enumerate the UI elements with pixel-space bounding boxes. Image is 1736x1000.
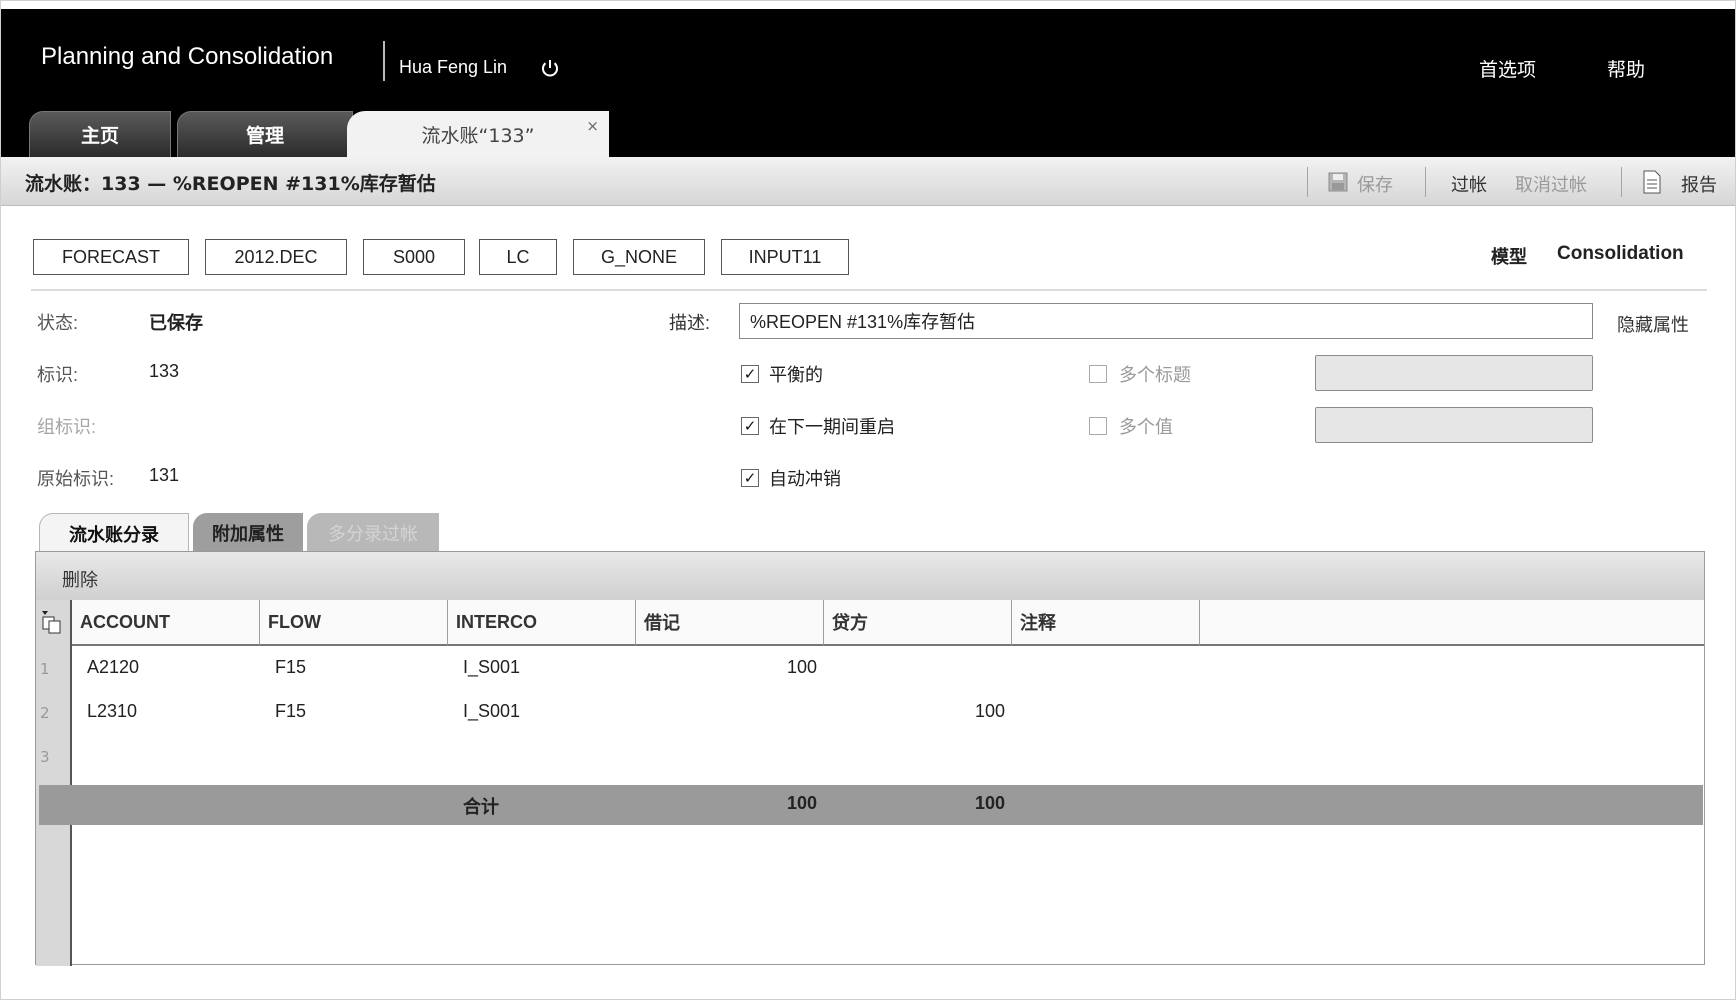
subtab-label: 多分录过帐 xyxy=(328,524,418,545)
column-header-account[interactable]: ACCOUNT xyxy=(72,600,260,646)
column-header-filler xyxy=(1200,600,1704,646)
total-debit: 100 xyxy=(786,793,817,813)
filter-entity[interactable]: S000 xyxy=(363,239,465,275)
model-value: Consolidation xyxy=(1557,243,1684,264)
column-header-debit[interactable]: 借记 xyxy=(636,600,824,646)
subtab-label: 流水账分录 xyxy=(69,524,159,546)
filter-time[interactable]: 2012.DEC xyxy=(205,239,347,275)
id-label: 标识: xyxy=(37,365,79,385)
multi-value-checkbox[interactable] xyxy=(1089,417,1107,435)
power-icon[interactable] xyxy=(539,57,561,79)
column-header-flow[interactable]: FLOW xyxy=(260,600,448,646)
total-label: 合计 xyxy=(463,797,499,817)
toolbar-divider xyxy=(1425,167,1426,197)
tab-label: 主页 xyxy=(80,125,119,147)
multi-header-field[interactable] xyxy=(1315,355,1593,391)
cell-account[interactable]: L2310 xyxy=(87,701,137,722)
tab-close-icon[interactable]: × xyxy=(586,117,599,135)
report-button[interactable]: 报告 xyxy=(1681,171,1717,197)
toolbar-divider xyxy=(1621,167,1622,197)
cell-account[interactable]: A2120 xyxy=(87,657,139,678)
group-id-label: 组标识: xyxy=(37,417,97,437)
hide-attributes-link[interactable]: 隐藏属性 xyxy=(1617,311,1689,337)
journal-grid: 删除 ACCOUNT FLOW INTERCO 借记 贷方 注释 1 2 3 4 xyxy=(35,551,1705,966)
tab-journal-133[interactable]: 流水账“133” × xyxy=(347,111,609,157)
column-header-credit[interactable]: 贷方 xyxy=(824,600,1012,646)
report-icon xyxy=(1643,170,1661,194)
total-credit: 100 xyxy=(974,793,1005,813)
total-row xyxy=(39,785,1703,825)
status-value: 已保存 xyxy=(149,313,203,333)
cell-interco[interactable]: I_S001 xyxy=(463,657,520,678)
auto-reverse-label: 自动冲销 xyxy=(769,469,841,490)
balanced-checkbox[interactable]: ✓ xyxy=(741,365,759,383)
model-label: 模型 xyxy=(1491,247,1527,268)
original-id-label: 原始标识: xyxy=(37,469,115,489)
row-number-gutter xyxy=(36,600,72,966)
copy-icon[interactable] xyxy=(40,610,64,634)
user-name: Hua Feng Lin xyxy=(399,57,508,77)
cell-flow[interactable]: F15 xyxy=(275,657,306,678)
status-label: 状态: xyxy=(37,313,79,333)
reopen-label: 在下一期间重启 xyxy=(769,417,895,438)
row-number: 1 xyxy=(40,660,50,678)
cell-flow[interactable]: F15 xyxy=(275,701,306,722)
cell-debit[interactable]: 100 xyxy=(761,657,817,678)
app-title: Planning and Consolidation xyxy=(41,43,334,70)
filter-currency[interactable]: LC xyxy=(479,239,557,275)
save-icon xyxy=(1328,172,1348,192)
help-link[interactable]: 帮助 xyxy=(1607,55,1645,82)
subtab-label: 附加属性 xyxy=(212,524,284,545)
grid-toolbar: 删除 xyxy=(36,552,1704,601)
title-divider xyxy=(383,41,385,81)
column-header-comment[interactable]: 注释 xyxy=(1012,600,1200,646)
cell-credit[interactable]: 100 xyxy=(949,701,1005,722)
auto-reverse-checkbox[interactable]: ✓ xyxy=(741,469,759,487)
app-window: Planning and Consolidation Hua Feng Lin … xyxy=(0,0,1736,1000)
multi-header-checkbox[interactable] xyxy=(1089,365,1107,383)
post-button[interactable]: 过帐 xyxy=(1451,171,1487,197)
filter-category[interactable]: FORECAST xyxy=(33,239,189,275)
filter-group[interactable]: G_NONE xyxy=(573,239,705,275)
toolbar-divider xyxy=(1307,167,1308,197)
filter-audit[interactable]: INPUT11 xyxy=(721,239,849,275)
row-number: 2 xyxy=(40,704,50,722)
row-number: 3 xyxy=(40,748,50,766)
tab-admin[interactable]: 管理 xyxy=(177,111,353,157)
tab-journal-entries[interactable]: 流水账分录 xyxy=(39,513,189,553)
page-title-bar: 流水账：133 — %REOPEN #131%库存暂估 保存 过帐 取消过帐 报… xyxy=(1,157,1735,206)
delete-button[interactable]: 删除 xyxy=(62,566,98,592)
multi-value-label: 多个值 xyxy=(1119,417,1173,438)
reopen-checkbox[interactable]: ✓ xyxy=(741,417,759,435)
tab-label: 流水账“133” xyxy=(421,124,535,147)
cell-interco[interactable]: I_S001 xyxy=(463,701,520,722)
tab-additional-attributes[interactable]: 附加属性 xyxy=(193,513,303,553)
balanced-label: 平衡的 xyxy=(769,365,823,386)
preferences-link[interactable]: 首选项 xyxy=(1479,55,1536,82)
column-header-interco[interactable]: INTERCO xyxy=(448,600,636,646)
unpost-button[interactable]: 取消过帐 xyxy=(1515,171,1587,197)
tab-label: 管理 xyxy=(245,125,284,147)
id-value: 133 xyxy=(149,361,180,381)
save-button[interactable]: 保存 xyxy=(1357,171,1393,197)
multi-header-label: 多个标题 xyxy=(1119,365,1191,386)
tab-multi-entry-posting: 多分录过帐 xyxy=(307,513,439,553)
description-input[interactable] xyxy=(739,303,1593,339)
page-title: 流水账：133 — %REOPEN #131%库存暂估 xyxy=(25,173,436,195)
divider xyxy=(31,289,1707,291)
description-label: 描述: xyxy=(669,313,711,333)
multi-value-field[interactable] xyxy=(1315,407,1593,443)
top-header: Planning and Consolidation Hua Feng Lin … xyxy=(1,9,1735,157)
original-id-value: 131 xyxy=(149,465,180,485)
tab-home[interactable]: 主页 xyxy=(29,111,171,157)
